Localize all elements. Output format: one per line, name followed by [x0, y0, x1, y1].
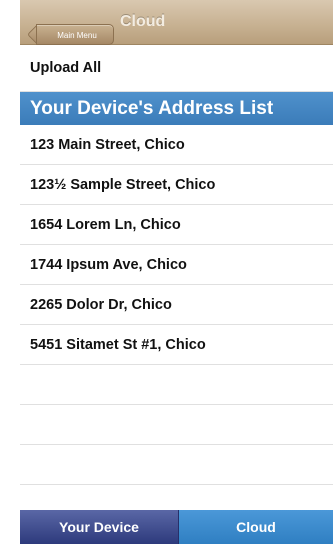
- address-row[interactable]: 5451 Sitamet St #1, Chico: [20, 325, 333, 365]
- section-header: Your Device's Address List: [20, 92, 333, 125]
- navigation-bar: Main Menu Cloud: [20, 0, 333, 45]
- empty-row: [20, 445, 333, 485]
- tab-bar: Your Device Cloud: [20, 510, 333, 544]
- address-row[interactable]: 2265 Dolor Dr, Chico: [20, 285, 333, 325]
- address-row[interactable]: 123½ Sample Street, Chico: [20, 165, 333, 205]
- main-menu-back-button[interactable]: Main Menu: [36, 24, 114, 45]
- empty-row: [20, 365, 333, 405]
- page-title: Cloud: [120, 13, 166, 30]
- address-row[interactable]: 1744 Ipsum Ave, Chico: [20, 245, 333, 285]
- tab-cloud[interactable]: Cloud: [179, 510, 333, 544]
- empty-row: [20, 405, 333, 445]
- upload-all-button[interactable]: Upload All: [20, 45, 333, 92]
- address-row[interactable]: 123 Main Street, Chico: [20, 125, 333, 165]
- address-row[interactable]: 1654 Lorem Ln, Chico: [20, 205, 333, 245]
- back-button-wrap: Main Menu: [28, 12, 114, 45]
- app-screen: Main Menu Cloud Upload All Your Device's…: [20, 0, 333, 544]
- tab-your-device[interactable]: Your Device: [20, 510, 179, 544]
